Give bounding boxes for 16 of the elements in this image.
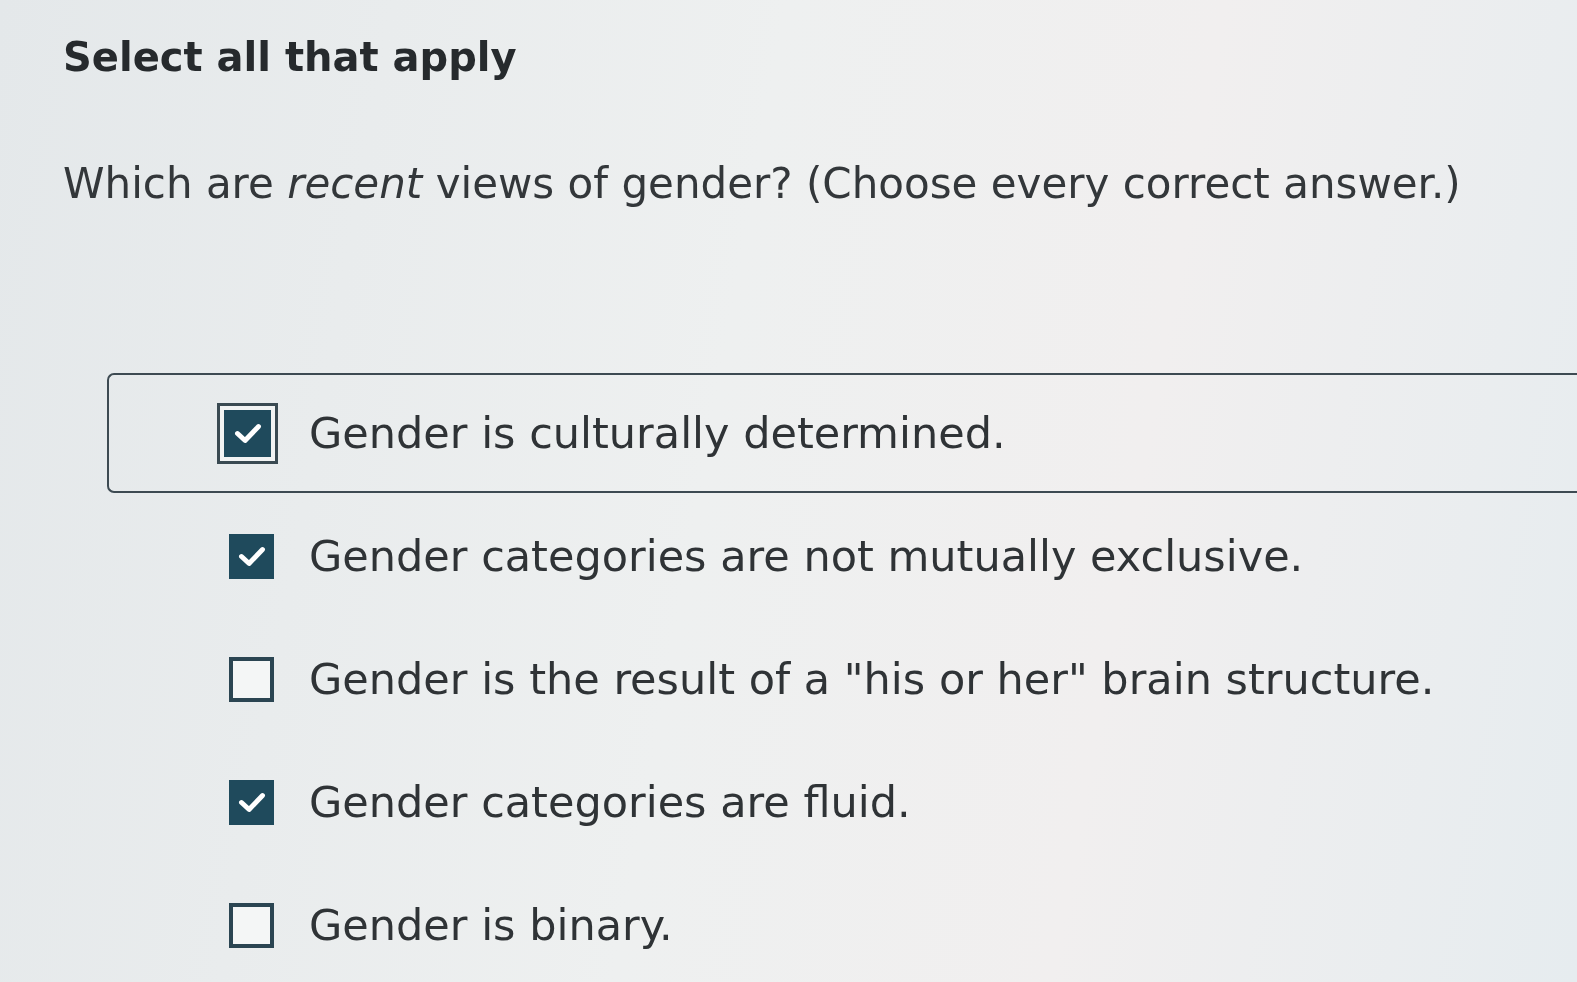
checkbox[interactable] — [229, 902, 274, 948]
option-label: Gender categories are fluid. — [309, 776, 911, 829]
checkbox[interactable] — [229, 656, 274, 702]
checkbox[interactable] — [229, 533, 274, 579]
check-icon — [237, 545, 266, 567]
question-text: Which are recent views of gender? (Choose every correct answer.) — [63, 158, 1461, 210]
check-icon — [237, 791, 266, 813]
option-label: Gender is culturally determined. — [309, 407, 1006, 460]
question-heading: Select all that apply — [63, 33, 517, 82]
option-label: Gender categories are not mutually exclusive. — [309, 530, 1304, 583]
answer-option[interactable]: Gender is culturally determined. — [107, 373, 1577, 493]
checkbox[interactable] — [217, 402, 278, 464]
option-label: Gender is binary. — [309, 899, 673, 952]
check-icon — [233, 422, 262, 444]
option-label: Gender is the result of a "his or her" brain structure. — [309, 653, 1435, 706]
checkbox[interactable] — [229, 779, 274, 825]
